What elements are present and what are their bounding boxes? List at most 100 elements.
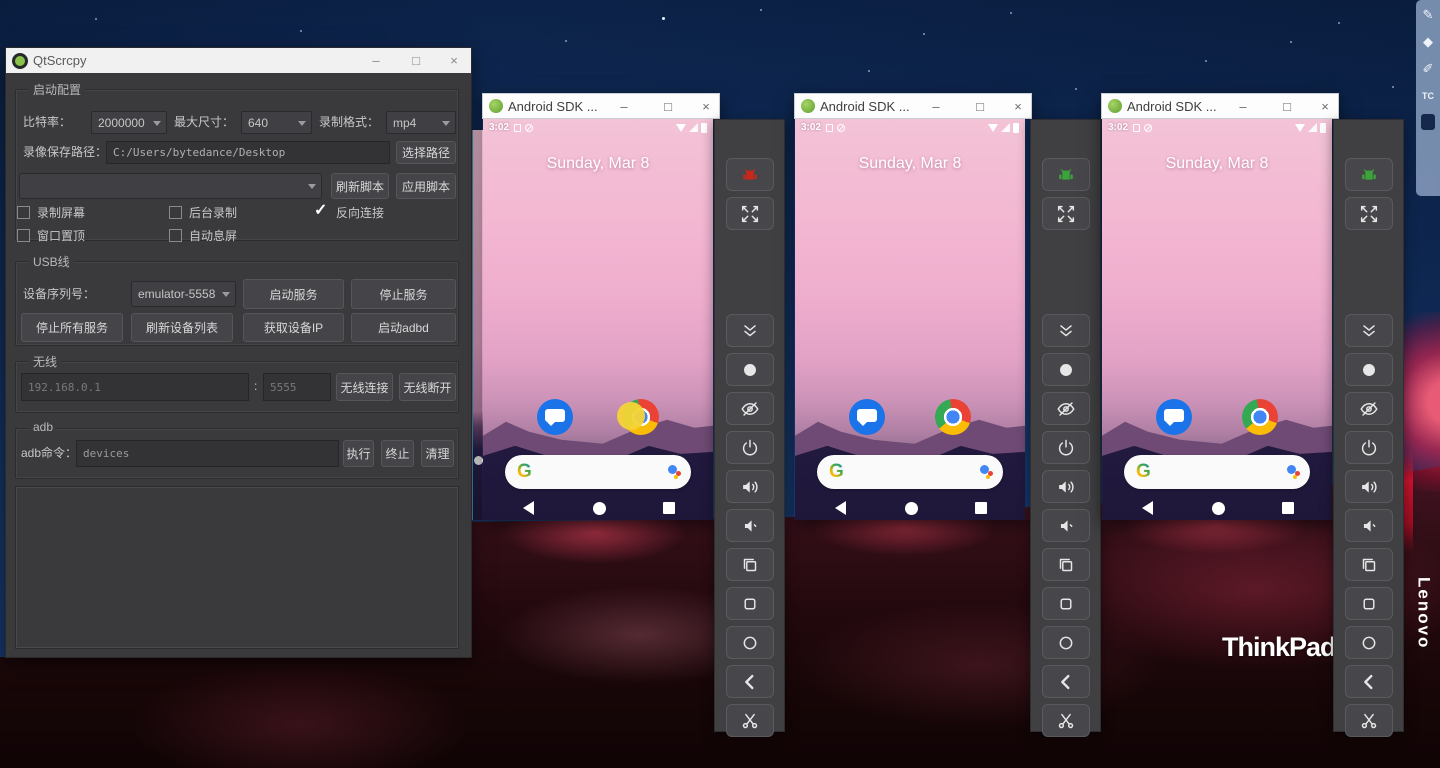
expand-notification-button[interactable] bbox=[726, 314, 774, 347]
maximize-button[interactable]: □ bbox=[965, 94, 995, 119]
google-search-bar[interactable]: G bbox=[505, 455, 691, 489]
stop-service-button[interactable]: 停止服务 bbox=[351, 279, 456, 309]
expand-notification-button[interactable] bbox=[1345, 314, 1393, 347]
window-on-top-checkbox[interactable] bbox=[17, 229, 30, 242]
text-tool-icon[interactable]: TC bbox=[1419, 87, 1437, 105]
minimize-button[interactable]: – bbox=[609, 94, 639, 119]
maximize-button[interactable]: □ bbox=[401, 48, 431, 73]
maximize-button[interactable]: □ bbox=[653, 94, 683, 119]
pen-tool-icon[interactable]: ✎ bbox=[1419, 6, 1437, 24]
app-switch-button[interactable] bbox=[1345, 548, 1393, 581]
marker-tool-icon[interactable]: ✐ bbox=[1419, 60, 1437, 78]
screenshot-crop-button[interactable] bbox=[1042, 704, 1090, 737]
stop-all-services-button[interactable]: 停止所有服务 bbox=[21, 313, 123, 342]
app-switch-button[interactable] bbox=[1042, 548, 1090, 581]
voice-search-icon[interactable] bbox=[1286, 464, 1300, 480]
menu-button[interactable] bbox=[726, 587, 774, 620]
group-control-button[interactable] bbox=[1042, 158, 1090, 191]
adb-clear-button[interactable]: 清理 bbox=[421, 440, 454, 467]
minimize-button[interactable]: – bbox=[361, 48, 391, 73]
back-button[interactable] bbox=[1042, 665, 1090, 698]
group-control-button[interactable] bbox=[1345, 158, 1393, 191]
volume-up-button[interactable] bbox=[726, 470, 774, 503]
volume-up-button[interactable] bbox=[1345, 470, 1393, 503]
annotation-toolbar[interactable]: ✎ ◆ ✐ TC bbox=[1416, 0, 1440, 196]
group-control-button[interactable] bbox=[726, 158, 774, 191]
google-search-bar[interactable]: G bbox=[817, 455, 1003, 489]
bitrate-select[interactable]: 2000000 bbox=[91, 111, 167, 134]
apply-script-button[interactable]: 应用脚本 bbox=[396, 173, 456, 199]
menu-button[interactable] bbox=[1042, 587, 1090, 620]
choose-path-button[interactable]: 选择路径 bbox=[396, 141, 456, 164]
wireless-port-input[interactable] bbox=[263, 373, 331, 401]
record-screen-checkbox[interactable] bbox=[17, 206, 30, 219]
volume-down-button[interactable] bbox=[726, 509, 774, 542]
google-search-bar[interactable]: G bbox=[1124, 455, 1310, 489]
device-titlebar[interactable]: Android SDK ... – □ × bbox=[482, 93, 720, 119]
nav-recents-button[interactable] bbox=[1282, 502, 1294, 514]
eraser-tool-icon[interactable]: ◆ bbox=[1419, 33, 1437, 51]
voice-search-icon[interactable] bbox=[667, 464, 681, 480]
screenshot-button[interactable] bbox=[1345, 353, 1393, 386]
wireless-ip-input[interactable] bbox=[21, 373, 249, 401]
screenshot-crop-button[interactable] bbox=[726, 704, 774, 737]
close-button[interactable]: × bbox=[1003, 94, 1033, 119]
android-screen[interactable]: 3:02 Sunday, Mar 8 G bbox=[795, 119, 1025, 520]
wireless-disconnect-button[interactable]: 无线断开 bbox=[399, 373, 456, 401]
nav-recents-button[interactable] bbox=[975, 502, 987, 514]
nav-home-button[interactable] bbox=[905, 502, 918, 515]
home-button[interactable] bbox=[1042, 626, 1090, 659]
serial-select[interactable]: emulator-5558 bbox=[131, 281, 236, 307]
volume-down-button[interactable] bbox=[1042, 509, 1090, 542]
save-path-input[interactable] bbox=[106, 141, 390, 164]
back-button[interactable] bbox=[1345, 665, 1393, 698]
device-titlebar[interactable]: Android SDK ... – □ × bbox=[794, 93, 1032, 119]
volume-down-button[interactable] bbox=[1345, 509, 1393, 542]
power-button[interactable] bbox=[1345, 431, 1393, 464]
messages-app-icon[interactable] bbox=[537, 399, 573, 435]
maxsize-select[interactable]: 640 bbox=[241, 111, 312, 134]
color-swatch[interactable] bbox=[1421, 114, 1435, 130]
script-select[interactable] bbox=[19, 173, 322, 199]
minimize-button[interactable]: – bbox=[1228, 94, 1258, 119]
nav-home-button[interactable] bbox=[593, 502, 606, 515]
messages-app-icon[interactable] bbox=[1156, 399, 1192, 435]
android-screen[interactable]: 3:02 Sunday, Mar 8 G bbox=[483, 119, 713, 520]
start-adbd-button[interactable]: 启动adbd bbox=[351, 313, 456, 342]
screen-off-button[interactable] bbox=[726, 392, 774, 425]
screenshot-button[interactable] bbox=[1042, 353, 1090, 386]
fullscreen-button[interactable] bbox=[726, 197, 774, 230]
app-switch-button[interactable] bbox=[726, 548, 774, 581]
qtscrcpy-titlebar[interactable]: QtScrcpy – □ × bbox=[6, 48, 471, 73]
power-button[interactable] bbox=[1042, 431, 1090, 464]
nav-back-button[interactable] bbox=[835, 501, 846, 515]
log-output[interactable] bbox=[15, 486, 459, 649]
chrome-app-icon[interactable] bbox=[1242, 399, 1278, 435]
maximize-button[interactable]: □ bbox=[1272, 94, 1302, 119]
auto-screen-off-checkbox[interactable] bbox=[169, 229, 182, 242]
nav-back-button[interactable] bbox=[1142, 501, 1153, 515]
device-titlebar[interactable]: Android SDK ... – □ × bbox=[1101, 93, 1339, 119]
refresh-script-button[interactable]: 刷新脚本 bbox=[331, 173, 389, 199]
adb-stop-button[interactable]: 终止 bbox=[381, 440, 414, 467]
nav-recents-button[interactable] bbox=[663, 502, 675, 514]
adb-command-input[interactable] bbox=[76, 440, 339, 467]
screen-off-button[interactable] bbox=[1345, 392, 1393, 425]
screenshot-button[interactable] bbox=[726, 353, 774, 386]
refresh-device-list-button[interactable]: 刷新设备列表 bbox=[131, 313, 233, 342]
start-service-button[interactable]: 启动服务 bbox=[243, 279, 344, 309]
volume-up-button[interactable] bbox=[1042, 470, 1090, 503]
messages-app-icon[interactable] bbox=[849, 399, 885, 435]
power-button[interactable] bbox=[726, 431, 774, 464]
close-button[interactable]: × bbox=[439, 48, 469, 73]
nav-home-button[interactable] bbox=[1212, 502, 1225, 515]
chrome-app-icon[interactable] bbox=[935, 399, 971, 435]
expand-notification-button[interactable] bbox=[1042, 314, 1090, 347]
close-button[interactable]: × bbox=[1310, 94, 1340, 119]
nav-back-button[interactable] bbox=[523, 501, 534, 515]
close-button[interactable]: × bbox=[691, 94, 721, 119]
minimize-button[interactable]: – bbox=[921, 94, 951, 119]
fullscreen-button[interactable] bbox=[1042, 197, 1090, 230]
reverse-connect-checkbox[interactable]: ✓ bbox=[314, 204, 327, 218]
format-select[interactable]: mp4 bbox=[386, 111, 456, 134]
